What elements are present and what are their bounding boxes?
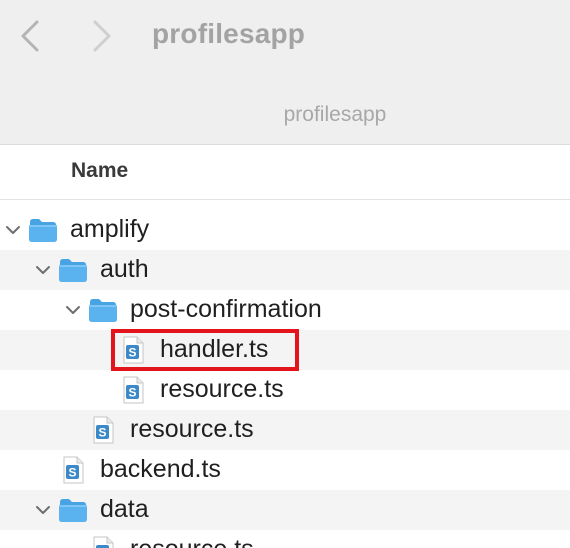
folder-label: amplify bbox=[70, 215, 150, 243]
svg-text:S: S bbox=[98, 426, 106, 440]
typescript-file-icon: S bbox=[93, 536, 114, 548]
typescript-file-icon: S bbox=[63, 456, 84, 484]
finder-window: profilesapp profilesapp Name amplify auth… bbox=[0, 0, 570, 548]
folder-icon bbox=[89, 299, 117, 322]
file-label: handler.ts bbox=[160, 335, 269, 363]
file-list: amplify auth post-confirmation Shandler.ts S… bbox=[0, 210, 570, 548]
file-row[interactable]: Sresource.ts bbox=[0, 410, 570, 450]
window-title: profilesapp bbox=[152, 18, 306, 49]
folder-label: post-confirmation bbox=[130, 295, 322, 323]
path-title: profilesapp bbox=[283, 103, 387, 126]
file-row[interactable]: Shandler.ts bbox=[0, 330, 570, 370]
folder-row[interactable]: amplify bbox=[0, 210, 570, 250]
folder-label: data bbox=[100, 495, 149, 523]
svg-text:S: S bbox=[128, 346, 136, 360]
chevron-down-icon[interactable] bbox=[35, 262, 51, 278]
file-label: backend.ts bbox=[100, 455, 221, 483]
column-header: Name bbox=[0, 145, 570, 200]
folder-row[interactable]: auth bbox=[0, 250, 570, 290]
chevron-left-icon bbox=[21, 20, 39, 52]
forward-button[interactable] bbox=[82, 14, 122, 58]
chevron-down-icon[interactable] bbox=[35, 502, 51, 518]
file-label: resource.ts bbox=[130, 535, 254, 548]
file-label: resource.ts bbox=[130, 415, 254, 443]
column-header-name[interactable]: Name bbox=[71, 159, 128, 183]
chevron-down-icon[interactable] bbox=[65, 302, 81, 318]
file-row[interactable]: Sresource.ts bbox=[0, 530, 570, 548]
file-row[interactable]: Sresource.ts bbox=[0, 370, 570, 410]
back-button[interactable] bbox=[10, 14, 50, 58]
file-label: resource.ts bbox=[160, 375, 284, 403]
chevron-down-icon[interactable] bbox=[5, 222, 21, 238]
toolbar: profilesapp profilesapp bbox=[0, 0, 570, 145]
folder-row[interactable]: post-confirmation bbox=[0, 290, 570, 330]
folder-label: auth bbox=[100, 255, 149, 283]
typescript-file-icon: S bbox=[93, 416, 114, 444]
folder-icon bbox=[59, 499, 87, 522]
folder-icon bbox=[29, 219, 57, 242]
typescript-file-icon: S bbox=[123, 336, 144, 364]
svg-text:S: S bbox=[128, 386, 136, 400]
typescript-file-icon: S bbox=[123, 376, 144, 404]
file-row[interactable]: Sbackend.ts bbox=[0, 450, 570, 490]
svg-text:S: S bbox=[68, 466, 76, 480]
chevron-right-icon bbox=[93, 20, 111, 52]
folder-row[interactable]: data bbox=[0, 490, 570, 530]
folder-icon bbox=[59, 259, 87, 282]
